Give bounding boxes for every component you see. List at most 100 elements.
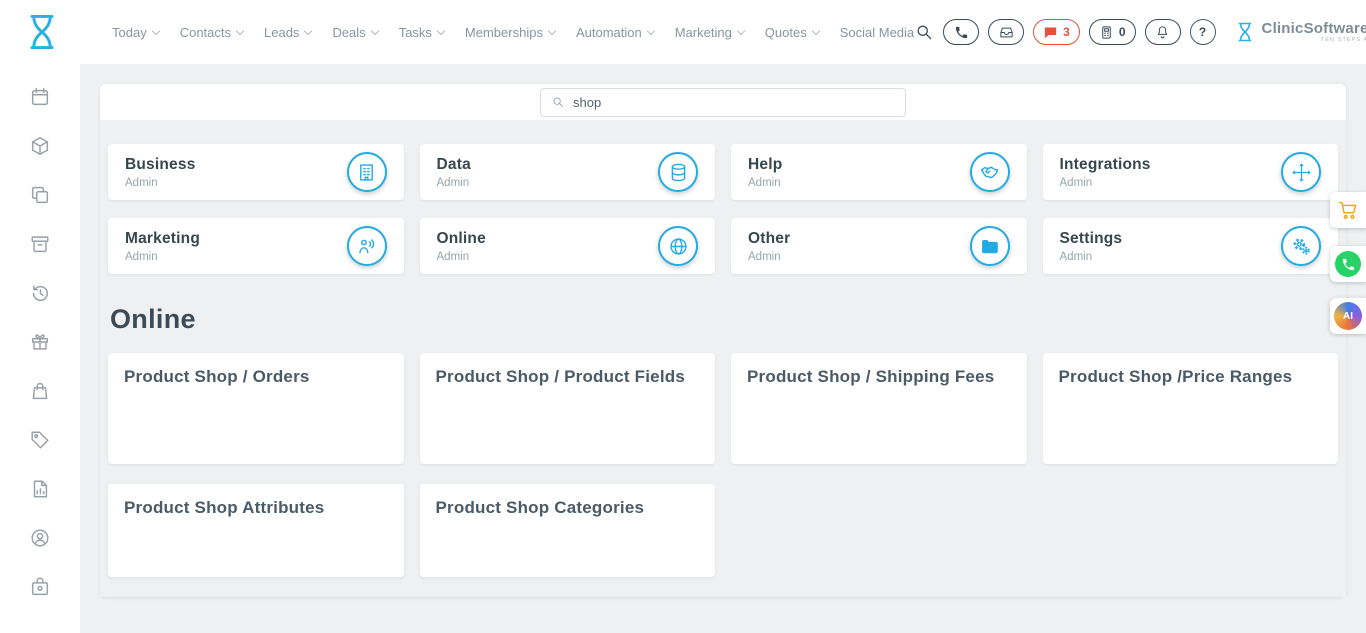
search-row <box>100 84 1346 120</box>
search-icon[interactable] <box>914 22 934 42</box>
category-card-business[interactable]: BusinessAdmin <box>108 144 404 200</box>
category-card-marketing[interactable]: MarketingAdmin <box>108 218 404 274</box>
tag-icon[interactable] <box>29 429 51 451</box>
main-content: BusinessAdmin DataAdmin HelpAdmin <box>80 64 1366 633</box>
result-title: Product Shop /Price Ranges <box>1059 367 1293 386</box>
result-card-product-shop-orders[interactable]: Product Shop / Orders <box>108 353 404 464</box>
calendar-icon[interactable] <box>29 86 51 108</box>
result-title: Product Shop Attributes <box>124 498 324 517</box>
help-button[interactable]: ? <box>1190 19 1216 45</box>
category-card-online[interactable]: Online Admin <box>420 218 716 274</box>
results-grid: Product Shop / Orders Product Shop / Pro… <box>108 353 1338 577</box>
category-subtitle: Admin <box>748 251 790 263</box>
menu-tasks[interactable]: Tasks <box>399 25 444 40</box>
chevron-down-icon <box>236 26 244 34</box>
move-arrows-icon <box>1281 152 1321 192</box>
result-title: Product Shop Categories <box>436 498 645 517</box>
report-icon[interactable] <box>29 478 51 500</box>
chevron-down-icon <box>437 26 445 34</box>
user-circle-icon[interactable] <box>29 527 51 549</box>
search-box[interactable] <box>540 88 906 117</box>
clinicsoftware-logo-icon[interactable] <box>20 10 64 54</box>
pos-button[interactable]: 0 <box>1089 19 1136 45</box>
result-card-product-shop-attributes[interactable]: Product Shop Attributes <box>108 484 404 577</box>
category-subtitle: Admin <box>437 251 486 263</box>
category-card-help[interactable]: HelpAdmin <box>731 144 1027 200</box>
chevron-down-icon <box>151 26 159 34</box>
ai-widget-button[interactable]: AI <box>1330 298 1366 334</box>
result-card-product-shop-categories[interactable]: Product Shop Categories <box>420 484 716 577</box>
main-menu: Today Contacts Leads Deals Tasks Members… <box>112 25 914 40</box>
question-icon: ? <box>1199 25 1206 39</box>
menu-marketing[interactable]: Marketing <box>675 25 744 40</box>
brand-tagline: TEN STEPS AHEAD <box>1262 38 1366 44</box>
category-card-data[interactable]: Data Admin <box>420 144 716 200</box>
category-subtitle: Admin <box>1060 251 1123 263</box>
menu-social-media[interactable]: Social Media <box>840 25 914 40</box>
result-card-product-shop-product-fields[interactable]: Product Shop / Product Fields <box>420 353 716 464</box>
category-subtitle: Admin <box>125 251 200 263</box>
menu-automation[interactable]: Automation <box>576 25 654 40</box>
category-title: Other <box>748 230 790 248</box>
result-title: Product Shop / Shipping Fees <box>747 367 994 386</box>
archive-box-icon[interactable] <box>29 233 51 255</box>
menu-today[interactable]: Today <box>112 25 159 40</box>
category-card-other[interactable]: Other Admin <box>731 218 1027 274</box>
category-title: Online <box>437 230 486 248</box>
cart-widget-button[interactable] <box>1330 192 1366 228</box>
result-title: Product Shop / Orders <box>124 367 310 386</box>
category-subtitle: Admin <box>437 177 471 189</box>
ai-icon: AI <box>1334 302 1362 330</box>
building-icon <box>347 152 387 192</box>
result-card-product-shop-price-ranges[interactable]: Product Shop /Price Ranges <box>1043 353 1339 464</box>
chat-badge: 3 <box>1063 25 1070 39</box>
history-icon[interactable] <box>29 282 51 304</box>
left-sidebar <box>0 64 80 633</box>
clinicsoftware-wordmark[interactable]: ClinicSoftware.com TEN STEPS AHEAD <box>1233 20 1366 44</box>
chevron-down-icon <box>370 26 378 34</box>
bell-icon <box>1155 25 1170 40</box>
category-title: Settings <box>1060 230 1123 248</box>
search-input[interactable] <box>573 95 895 110</box>
category-grid: BusinessAdmin DataAdmin HelpAdmin <box>108 144 1338 274</box>
category-title: Integrations <box>1060 156 1151 174</box>
shopping-cart-icon <box>1337 199 1359 221</box>
vault-lock-icon[interactable] <box>29 576 51 598</box>
category-card-integrations[interactable]: IntegrationsAdmin <box>1043 144 1339 200</box>
category-title: Data <box>437 156 471 174</box>
inbox-icon <box>999 25 1014 40</box>
pos-badge: 0 <box>1119 25 1126 39</box>
handshake-icon <box>970 152 1010 192</box>
brand-name: ClinicSoftware <box>1262 20 1366 37</box>
chevron-down-icon <box>737 26 745 34</box>
inbox-button[interactable] <box>988 19 1024 45</box>
globe-icon <box>658 226 698 266</box>
panel-body: BusinessAdmin DataAdmin HelpAdmin <box>100 120 1346 597</box>
copy-pages-icon[interactable] <box>29 184 51 206</box>
gears-icon <box>1281 226 1321 266</box>
gift-icon[interactable] <box>29 331 51 353</box>
whatsapp-widget-button[interactable] <box>1330 246 1366 282</box>
chat-icon <box>1043 25 1058 40</box>
chat-button[interactable]: 3 <box>1033 19 1080 45</box>
menu-memberships[interactable]: Memberships <box>465 25 555 40</box>
category-title: Help <box>748 156 782 174</box>
clinicsoftware-brand-icon <box>1233 20 1257 44</box>
shopping-bag-icon[interactable] <box>29 380 51 402</box>
result-card-product-shop-shipping-fees[interactable]: Product Shop / Shipping Fees <box>731 353 1027 464</box>
package-icon[interactable] <box>29 135 51 157</box>
menu-deals[interactable]: Deals <box>332 25 377 40</box>
category-title: Business <box>125 156 196 174</box>
category-card-settings[interactable]: Settings Admin <box>1043 218 1339 274</box>
notifications-button[interactable] <box>1145 19 1181 45</box>
folder-icon <box>970 226 1010 266</box>
phone-button[interactable] <box>943 19 979 45</box>
menu-contacts[interactable]: Contacts <box>180 25 243 40</box>
whatsapp-icon <box>1335 251 1361 277</box>
database-icon <box>658 152 698 192</box>
chevron-down-icon <box>811 26 819 34</box>
menu-quotes[interactable]: Quotes <box>765 25 819 40</box>
menu-leads[interactable]: Leads <box>264 25 311 40</box>
section-heading-online: Online <box>110 304 1338 335</box>
chevron-down-icon <box>304 26 312 34</box>
